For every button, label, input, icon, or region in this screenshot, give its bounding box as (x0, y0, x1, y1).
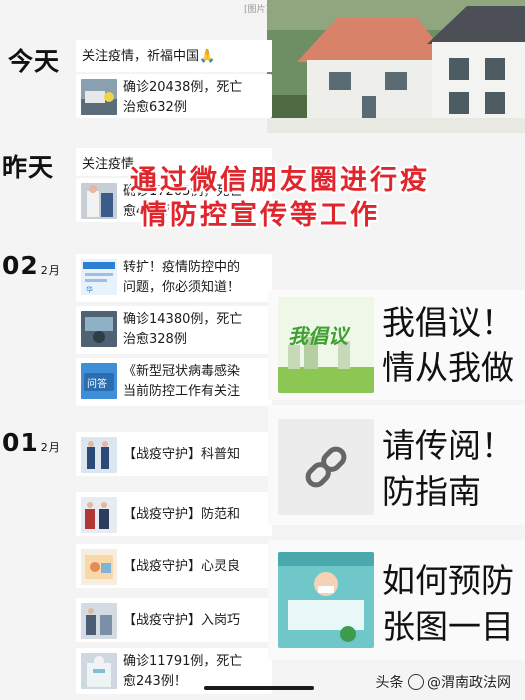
post-feb-1-text: 转扩！疫情防控中的 问题，你必须知道！ (123, 258, 268, 298)
post-jan-3[interactable]: 【战疫守护】心灵良 (76, 544, 272, 588)
panel-initiative-line2: 情从我做 (382, 348, 514, 387)
date-yesterday: 昨天 (2, 148, 54, 184)
post-jan-5-line1: 确诊11791例，死亡 (123, 654, 243, 669)
post-feb-1[interactable]: 华 转扩！疫情防控中的 问题，你必须知道！ (76, 254, 272, 302)
post-today-text: 确诊20438例，死亡 治愈632例 (123, 78, 268, 118)
post-feb-3[interactable]: 问答 《新型冠状病毒感染 当前防控工作有关注 (76, 358, 272, 406)
post-jan-2[interactable]: 【战疫守护】防范和 (76, 492, 272, 536)
post-today-title-text: 关注疫情，祈福中国🙏 (82, 49, 216, 64)
date-today-text: 今天 (8, 47, 61, 76)
watermark-circle-icon (408, 674, 424, 690)
post-feb-3-text: 《新型冠状病毒感染 当前防控工作有关注 (123, 362, 268, 402)
post-feb-1-thumb-label: 华 (86, 285, 93, 294)
date-feb: 02 2月 (2, 251, 61, 280)
post-jan-2-text: 【战疫守护】防范和 (123, 505, 268, 525)
post-jan-3-thumb (81, 549, 117, 585)
panel-prevention-line1: 如何预防 (382, 561, 514, 600)
post-feb-1-line2: 问题，你必须知道！ (123, 280, 241, 295)
prevention-thumb (278, 552, 374, 648)
date-feb-month: 2月 (40, 264, 61, 277)
post-jan-5-thumb (81, 653, 117, 689)
post-jan-2-line: 【战疫守护】防范和 (123, 507, 241, 522)
post-feb-3-thumb-label: 问答 (87, 377, 107, 390)
date-today: 今天 (8, 42, 60, 78)
date-jan-day: 01 (2, 428, 39, 457)
moments-album-page: [图片] 今天 昨天 02 2月 01 2月 关注疫情，祈福中国🙏 确诊2043… (0, 0, 525, 700)
post-yesterday-title-text: 关注疫情 (82, 157, 135, 172)
top-hint: [图片] (244, 5, 270, 15)
post-jan-4-thumb (81, 603, 117, 639)
panel-share-guide[interactable]: 请传阅！ 防指南 (268, 405, 525, 525)
post-feb-2-text: 确诊14380例，死亡 治愈328例 (123, 310, 268, 350)
panel-share-guide-line1: 请传阅！ (382, 426, 514, 465)
post-feb-3-thumb: 问答 (81, 363, 117, 399)
post-jan-4-line: 【战疫守护】入岗巧 (123, 613, 241, 628)
post-jan-4-text: 【战疫守护】入岗巧 (123, 611, 268, 631)
date-jan: 01 2月 (2, 428, 61, 457)
house-photo-illustration (267, 0, 525, 133)
panel-prevention-line2: 张图一目 (382, 607, 514, 646)
post-jan-2-thumb (81, 497, 117, 533)
post-feb-2-thumb (81, 311, 117, 347)
post-feb-3-line1: 《新型冠状病毒感染 (123, 364, 241, 379)
post-jan-1-line: 【战疫守护】科普知 (123, 447, 241, 462)
post-jan-1-text: 【战疫守护】科普知 (123, 445, 268, 465)
home-indicator[interactable] (204, 686, 314, 690)
overlay-caption-line2: 情防控宣传等工作 (140, 200, 380, 231)
post-yesterday-thumb (81, 183, 117, 219)
post-today-title[interactable]: 关注疫情，祈福中国🙏 (76, 40, 272, 72)
post-jan-4[interactable]: 【战疫守护】入岗巧 (76, 598, 272, 642)
post-feb-1-thumb: 华 (81, 259, 117, 295)
watermark: 头条 @渭南政法网 (376, 672, 511, 692)
post-today-line1: 确诊20438例，死亡 (123, 80, 243, 95)
link-icon (278, 419, 374, 515)
post-jan-3-line: 【战疫守护】心灵良 (123, 559, 241, 574)
post-jan-3-text: 【战疫守护】心灵良 (123, 557, 268, 577)
date-jan-month: 2月 (40, 441, 61, 454)
panel-initiative-line1: 我倡议！ (382, 303, 514, 342)
post-today-line2: 治愈632例 (123, 100, 187, 115)
panel-share-guide-line2: 防指南 (382, 472, 481, 511)
house-photo[interactable] (267, 0, 525, 133)
post-jan-1-thumb (81, 437, 117, 473)
link-thumb (278, 419, 374, 515)
overlay-caption: 通过微信朋友圈进行疫 情防控宣传等工作 (130, 163, 490, 233)
post-feb-1-line1: 转扩！疫情防控中的 (123, 260, 241, 275)
initiative-thumb-label: 我倡议 (288, 324, 351, 348)
post-feb-2-line1: 确诊14380例，死亡 (123, 312, 243, 327)
post-feb-3-line2: 当前防控工作有关注 (123, 384, 241, 399)
post-today-thumb (81, 79, 117, 115)
post-feb-2[interactable]: 确诊14380例，死亡 治愈328例 (76, 306, 272, 354)
date-yesterday-text: 昨天 (2, 153, 55, 182)
post-feb-2-line2: 治愈328例 (123, 332, 187, 347)
initiative-thumb: 我倡议 (278, 297, 374, 393)
post-today-card[interactable]: 确诊20438例，死亡 治愈632例 (76, 74, 272, 118)
panel-prevention[interactable]: 如何预防 张图一目 (268, 540, 525, 660)
overlay-caption-line1: 通过微信朋友圈进行疫 (130, 165, 430, 196)
watermark-brand: 头条 (375, 675, 404, 691)
post-jan-1[interactable]: 【战疫守护】科普知 (76, 432, 272, 476)
panel-initiative[interactable]: 我倡议 我倡议！ 情从我做 (268, 290, 525, 400)
date-feb-day: 02 (2, 251, 39, 280)
watermark-site: @渭南政法网 (427, 675, 511, 691)
